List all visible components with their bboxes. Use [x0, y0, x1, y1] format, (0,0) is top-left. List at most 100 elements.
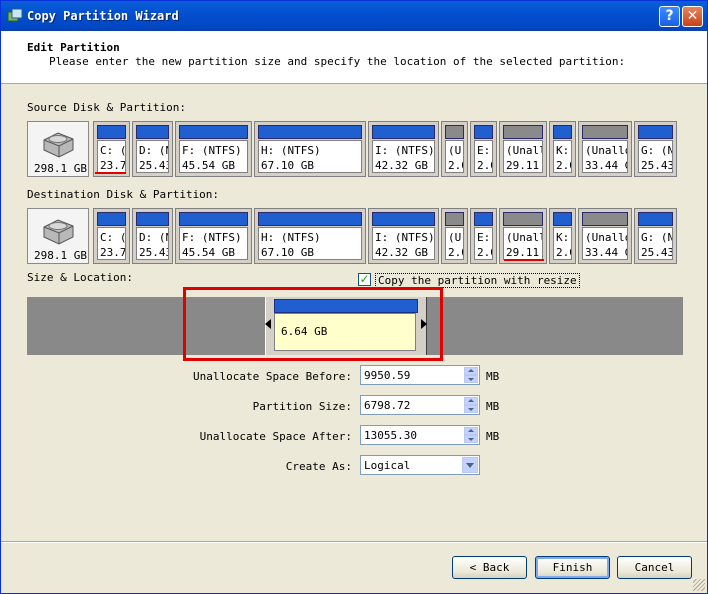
partition-name: (Ur [448, 231, 463, 244]
partition-block[interactable]: G: (NT 25.43 [634, 121, 677, 177]
spin-buttons[interactable] [464, 427, 478, 443]
partition-label-box: G: (NT 25.43 [638, 227, 673, 260]
partition-usage-bar [503, 125, 543, 139]
partition-label-box: F: (NTFS) 45.54 GB [179, 140, 248, 173]
partition-block[interactable]: I: (NTFS) 42.32 GB [368, 121, 439, 177]
source-disk-map: 298.1 GB C: (NT 23.73 D: (NT 25.43 F: (NTFS)… [27, 121, 679, 179]
copy-partition-wizard-window: Copy Partition Wizard ? ✕ Edit Partition… [0, 0, 708, 594]
footer-divider [1, 541, 707, 543]
title-bar[interactable]: Copy Partition Wizard ? ✕ [1, 1, 707, 31]
resize-grip-icon[interactable] [693, 579, 705, 591]
unalloc-after-field[interactable]: 13055.30 [360, 425, 480, 445]
destination-disk-map: 298.1 GB C: (NT 23.73 D: (NT 25.43 F: (NTFS)… [27, 208, 679, 266]
destination-disk-label: Destination Disk & Partition: [27, 188, 220, 201]
partition-name: G: (NT [641, 144, 672, 157]
partition-label-box: G: (NT 25.43 [638, 140, 673, 173]
partition-label-box: D: (NT 25.43 [136, 227, 169, 260]
partition-block[interactable]: E: (2.0 [470, 208, 497, 264]
spin-buttons[interactable] [464, 367, 478, 383]
partition-block[interactable]: H: (NTFS) 67.10 GB [254, 208, 366, 264]
partition-name: H: (NTFS) [261, 231, 321, 244]
partition-block[interactable]: (Unallo 33.44 G [578, 121, 632, 177]
spin-down-icon[interactable] [464, 375, 478, 383]
close-button[interactable]: ✕ [682, 6, 703, 27]
partition-size-field[interactable]: 6798.72 [360, 395, 480, 415]
partition-name: C: (NT [100, 144, 126, 157]
partition-label-box: K: (2.0 [553, 227, 572, 260]
unalloc-before-value[interactable]: 9950.59 [364, 369, 410, 382]
partition-usage-bar [97, 125, 126, 139]
partition-block[interactable]: D: (NT 25.43 [132, 121, 173, 177]
spin-down-icon[interactable] [464, 405, 478, 413]
partition-usage-bar [179, 125, 248, 139]
checkbox-box[interactable]: ✓ [358, 272, 371, 286]
partition-block[interactable]: F: (NTFS) 45.54 GB [175, 121, 252, 177]
partition-size: 33.44 G [585, 246, 628, 259]
wizard-header: Edit Partition Please enter the new part… [1, 31, 707, 84]
partition-usage-bar [136, 212, 169, 226]
partition-usage-bar [474, 125, 493, 139]
spin-up-icon[interactable] [464, 397, 478, 405]
chevron-down-icon[interactable] [462, 457, 478, 473]
unalloc-after-value[interactable]: 13055.30 [364, 429, 417, 442]
partition-block[interactable]: C: (NT 23.73 [93, 208, 130, 264]
partition-block[interactable]: K: (2.0 [549, 208, 576, 264]
partition-label-box: E: (2.0 [474, 227, 493, 260]
partition-usage-bar [258, 125, 362, 139]
cancel-button[interactable]: Cancel [617, 556, 692, 579]
window-title: Copy Partition Wizard [27, 9, 179, 23]
partition-block[interactable]: (Unall 29.11 [499, 121, 547, 177]
partition-size: 2.0 [477, 246, 492, 259]
partition-block[interactable]: (Ur 2.0 [441, 121, 468, 177]
partition-label-box: H: (NTFS) 67.10 GB [258, 227, 362, 260]
partition-block[interactable]: I: (NTFS) 42.32 GB [368, 208, 439, 264]
partition-usage-bar [474, 212, 493, 226]
partition-size: 2.0 [448, 159, 463, 172]
partition-size: 67.10 GB [261, 246, 314, 259]
destination-disk-item[interactable]: 298.1 GB [27, 208, 89, 264]
partition-block[interactable]: (Unallo 33.44 G [578, 208, 632, 264]
destination-disk-size: 298.1 GB [34, 249, 87, 262]
unalloc-before-field[interactable]: 9950.59 [360, 365, 480, 385]
partition-block[interactable]: G: (NT 25.43 [634, 208, 677, 264]
partition-block[interactable]: H: (NTFS) 67.10 GB [254, 121, 366, 177]
source-disk-size: 298.1 GB [34, 162, 87, 175]
create-as-dropdown[interactable]: Logical [360, 455, 480, 475]
partition-size: 42.32 GB [375, 159, 428, 172]
partition-size: 45.54 GB [182, 159, 235, 172]
spin-buttons[interactable] [464, 397, 478, 413]
close-icon: ✕ [686, 8, 699, 24]
unit-label: MB [486, 370, 500, 383]
partition-usage-bar [97, 212, 126, 226]
spin-down-icon[interactable] [464, 435, 478, 443]
partition-block[interactable]: C: (NT 23.73 [93, 121, 130, 177]
partition-size: 33.44 G [585, 159, 628, 172]
spin-up-icon[interactable] [464, 427, 478, 435]
checkbox-label: Copy the partition with resize [375, 273, 580, 288]
partition-usage-bar [372, 212, 435, 226]
partition-name: D: (NT [139, 144, 168, 157]
finish-button[interactable]: Finish [535, 556, 610, 579]
hard-disk-icon [43, 219, 74, 245]
back-button[interactable]: < Back [452, 556, 527, 579]
partition-size-value[interactable]: 6798.72 [364, 399, 410, 412]
partition-block[interactable]: (Unall 29.11 [499, 208, 547, 264]
partition-block[interactable]: E: (2.0 [470, 121, 497, 177]
partition-size: 25.43 [641, 246, 673, 259]
source-disk-label: Source Disk & Partition: [27, 101, 186, 114]
unit-label: MB [486, 430, 500, 443]
partition-block[interactable]: (Ur 2.0 [441, 208, 468, 264]
source-disk-item[interactable]: 298.1 GB [27, 121, 89, 177]
partition-label-box: E: (2.0 [474, 140, 493, 173]
partition-name: (Unallo [585, 231, 628, 244]
spin-up-icon[interactable] [464, 367, 478, 375]
partition-block[interactable]: D: (NT 25.43 [132, 208, 173, 264]
partition-block[interactable]: K: (2.0 [549, 121, 576, 177]
source-selected-indicator [95, 172, 126, 174]
help-button[interactable]: ? [659, 6, 680, 27]
partition-block[interactable]: F: (NTFS) 45.54 GB [175, 208, 252, 264]
partition-size: 25.43 [641, 159, 673, 172]
partition-size: 23.73 [100, 159, 126, 172]
checkmark-icon: ✓ [359, 272, 370, 286]
partition-name: I: (NTFS) [375, 231, 435, 244]
